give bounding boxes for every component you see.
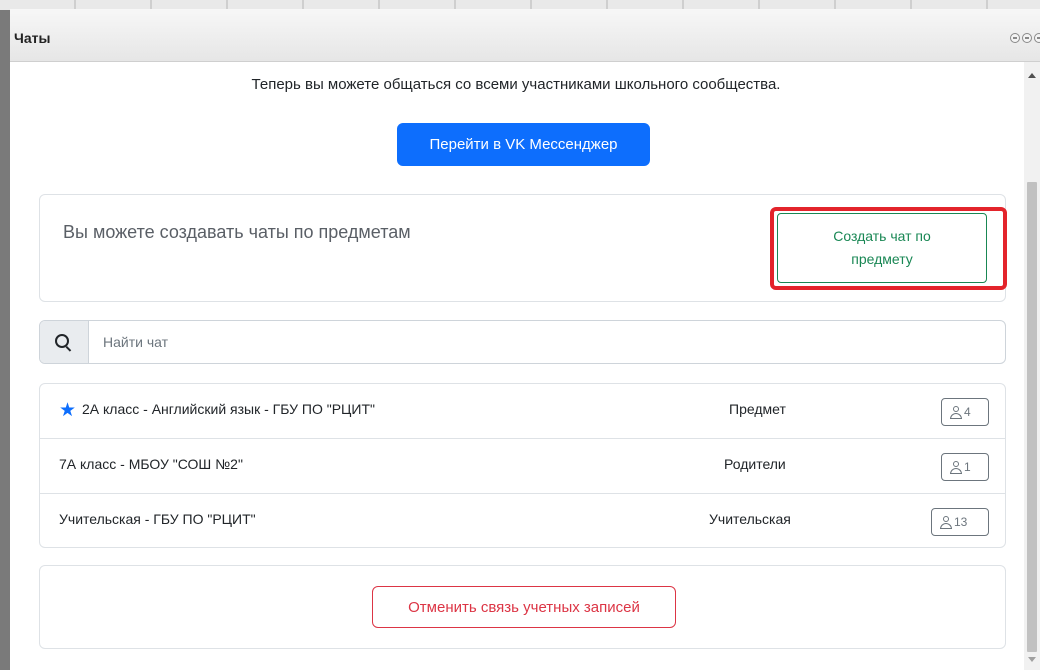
user-icon xyxy=(950,405,962,419)
unlink-accounts-button[interactable]: Отменить связь учетных записей xyxy=(372,586,676,628)
vk-messenger-button[interactable]: Перейти в VK Мессенджер xyxy=(397,123,650,166)
members-badge[interactable]: 1 xyxy=(941,453,989,481)
subject-chats-card: Вы можете создавать чаты по предметам Со… xyxy=(39,194,1007,302)
chat-type: Родители xyxy=(724,456,786,472)
scrollbar-thumb[interactable] xyxy=(1027,182,1037,652)
user-icon xyxy=(950,460,962,474)
chat-name: Учительская - ГБУ ПО "РЦИТ" xyxy=(59,511,256,527)
chat-row[interactable]: Учительская - ГБУ ПО "РЦИТ" Учительская … xyxy=(40,494,1005,548)
search-icon xyxy=(55,334,69,348)
members-badge[interactable]: 13 xyxy=(931,508,989,536)
chat-type: Предмет xyxy=(729,401,786,417)
chat-row[interactable]: 7А класс - МБОУ "СОШ №2" Родители 1 xyxy=(40,439,1005,494)
chats-window: Чаты Теперь вы можете общаться со всеми … xyxy=(10,9,1040,670)
chat-search xyxy=(39,320,1006,364)
search-input[interactable] xyxy=(89,321,1005,363)
minimize-icon[interactable] xyxy=(1010,33,1020,43)
create-subject-chat-button[interactable]: Создать чат по предмету xyxy=(777,213,987,283)
vertical-scrollbar[interactable] xyxy=(1024,62,1040,670)
unlink-accounts-card: Отменить связь учетных записей xyxy=(39,565,1006,649)
star-icon[interactable]: ★ xyxy=(59,401,76,420)
subject-chats-text: Вы можете создавать чаты по предметам xyxy=(63,222,411,242)
chat-type: Учительская xyxy=(709,511,791,527)
user-icon xyxy=(940,515,952,529)
members-badge[interactable]: 4 xyxy=(941,398,989,426)
scroll-up-icon[interactable] xyxy=(1028,73,1036,78)
chat-row[interactable]: ★ 2А класс - Английский язык - ГБУ ПО "Р… xyxy=(40,384,1005,439)
search-addon xyxy=(40,321,89,363)
intro-text: Теперь вы можете общаться со всеми участ… xyxy=(251,76,781,93)
chat-name: 7А класс - МБОУ "СОШ №2" xyxy=(59,456,243,472)
chat-list: ★ 2А класс - Английский язык - ГБУ ПО "Р… xyxy=(39,383,1006,548)
members-count: 1 xyxy=(964,460,971,474)
members-count: 13 xyxy=(954,515,968,529)
window-titlebar[interactable]: Чаты xyxy=(10,9,1040,62)
maximize-icon[interactable] xyxy=(1022,33,1032,43)
window-title: Чаты xyxy=(14,30,51,46)
chat-name: 2А класс - Английский язык - ГБУ ПО "РЦИ… xyxy=(82,401,375,417)
chats-content: Теперь вы можете общаться со всеми участ… xyxy=(10,62,1022,670)
close-icon[interactable] xyxy=(1034,33,1040,43)
window-controls xyxy=(1010,33,1040,43)
scroll-down-icon[interactable] xyxy=(1028,657,1036,662)
members-count: 4 xyxy=(964,405,971,419)
